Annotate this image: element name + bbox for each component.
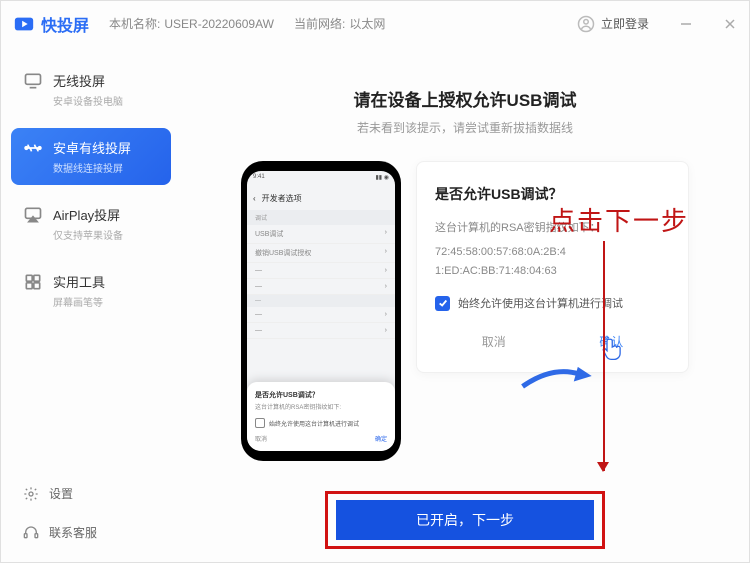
sidebar-item-tools[interactable]: 实用工具屏幕画笔等 — [11, 262, 171, 319]
phone-mockup: 9:41▮▮ ◉ ‹开发者选项 调试 USB调试› 撤销USB调试授权› —› … — [241, 161, 401, 461]
phone-popup-ok: 确定 — [375, 434, 387, 443]
phone-time: 9:41 — [253, 174, 265, 184]
phone-checkbox-icon — [255, 418, 265, 428]
back-icon: ‹ — [253, 194, 256, 203]
login-text: 立即登录 — [601, 15, 649, 32]
cast-icon — [23, 71, 43, 91]
next-step-button[interactable]: 已开启，下一步 — [336, 500, 594, 540]
sidebar-item-sub: 屏幕画笔等 — [53, 294, 105, 309]
phone-popup-check: 始终允许使用这台计算机进行调试 — [269, 419, 359, 428]
host-label: 本机名称: — [109, 15, 160, 32]
sidebar-item-label: 安卓有线投屏 — [53, 138, 131, 157]
page-subtitle: 若未看到该提示，请尝试重新拔插数据线 — [211, 119, 719, 136]
net-value: 以太网 — [349, 15, 385, 32]
sidebar-item-sub: 安卓设备投电脑 — [53, 93, 123, 108]
phone-status-icons: ▮▮ ◉ — [375, 174, 389, 184]
annotation-text: 点击下一步 — [549, 201, 689, 238]
sidebar-item-android-wired[interactable]: 安卓有线投屏数据线连接投屏 — [11, 128, 171, 185]
sidebar-item-label: 设置 — [49, 485, 73, 502]
phone-popup: 是否允许USB调试？ 这台计算机的RSA密钥指纹如下: 始终允许使用这台计算机进… — [247, 382, 395, 451]
airplay-icon — [23, 205, 43, 225]
sidebar-item-label: 实用工具 — [53, 272, 105, 291]
headset-icon — [23, 525, 39, 541]
card-ok-button[interactable]: 确认 — [599, 333, 623, 350]
phone-popup-title: 是否允许USB调试？ — [255, 390, 387, 400]
tools-icon — [23, 272, 43, 292]
card-checkbox-row[interactable]: 始终允许使用这台计算机进行调试 — [435, 295, 670, 311]
phone-popup-cancel: 取消 — [255, 434, 267, 443]
phone-dev-header: 开发者选项 — [262, 193, 302, 204]
phone-row: USB调试 — [255, 229, 283, 239]
user-icon — [577, 15, 595, 33]
sidebar-item-label: 无线投屏 — [53, 71, 123, 90]
logo-icon — [13, 13, 35, 35]
checkbox-checked-icon — [435, 296, 450, 311]
sidebar-item-sub: 数据线连接投屏 — [53, 160, 131, 175]
sidebar: 无线投屏安卓设备投电脑 安卓有线投屏数据线连接投屏 AirPlay投屏仅支持苹果… — [1, 46, 181, 562]
net-label: 当前网络: — [294, 15, 345, 32]
sidebar-item-label: 联系客服 — [49, 524, 97, 541]
sidebar-item-support[interactable]: 联系客服 — [11, 518, 171, 547]
sidebar-item-sub: 仅支持苹果设备 — [53, 227, 123, 242]
phone-row: 撤销USB调试授权 — [255, 248, 311, 258]
card-check-label: 始终允许使用这台计算机进行调试 — [458, 295, 623, 311]
titlebar: 快投屏 本机名称: USER-20220609AW 当前网络: 以太网 立即登录 — [1, 1, 749, 46]
usb-debug-card: 是否允许USB调试？ 这台计算机的RSA密钥指纹如下： 72:45:58:00:… — [416, 161, 689, 373]
sidebar-item-settings[interactable]: 设置 — [11, 479, 171, 508]
login-button[interactable]: 立即登录 — [577, 15, 649, 33]
app-logo: 快投屏 — [13, 12, 89, 36]
card-cancel-button[interactable]: 取消 — [482, 333, 506, 350]
gear-icon — [23, 486, 39, 502]
phone-popup-body: 这台计算机的RSA密钥指纹如下: — [255, 404, 387, 412]
sidebar-item-airplay[interactable]: AirPlay投屏仅支持苹果设备 — [11, 195, 171, 252]
sidebar-item-label: AirPlay投屏 — [53, 205, 123, 224]
pointer-hand-icon — [600, 334, 628, 362]
usb-icon — [23, 138, 43, 158]
card-fingerprint: 72:45:58:00:57:68:0A:2B:4 1:ED:AC:BB:71:… — [435, 243, 670, 280]
app-name: 快投屏 — [41, 12, 89, 36]
close-button[interactable] — [723, 17, 737, 31]
host-value: USER-20220609AW — [164, 17, 274, 31]
page-title: 请在设备上授权允许USB调试 — [211, 86, 719, 111]
cta-highlight-box: 已开启，下一步 — [325, 491, 605, 549]
sidebar-item-wireless[interactable]: 无线投屏安卓设备投电脑 — [11, 61, 171, 118]
phone-section: 调试 — [247, 210, 395, 225]
minimize-button[interactable] — [679, 17, 693, 31]
main-panel: 请在设备上授权允许USB调试 若未看到该提示，请尝试重新拔插数据线 9:41 ▮▮… — [181, 46, 749, 562]
